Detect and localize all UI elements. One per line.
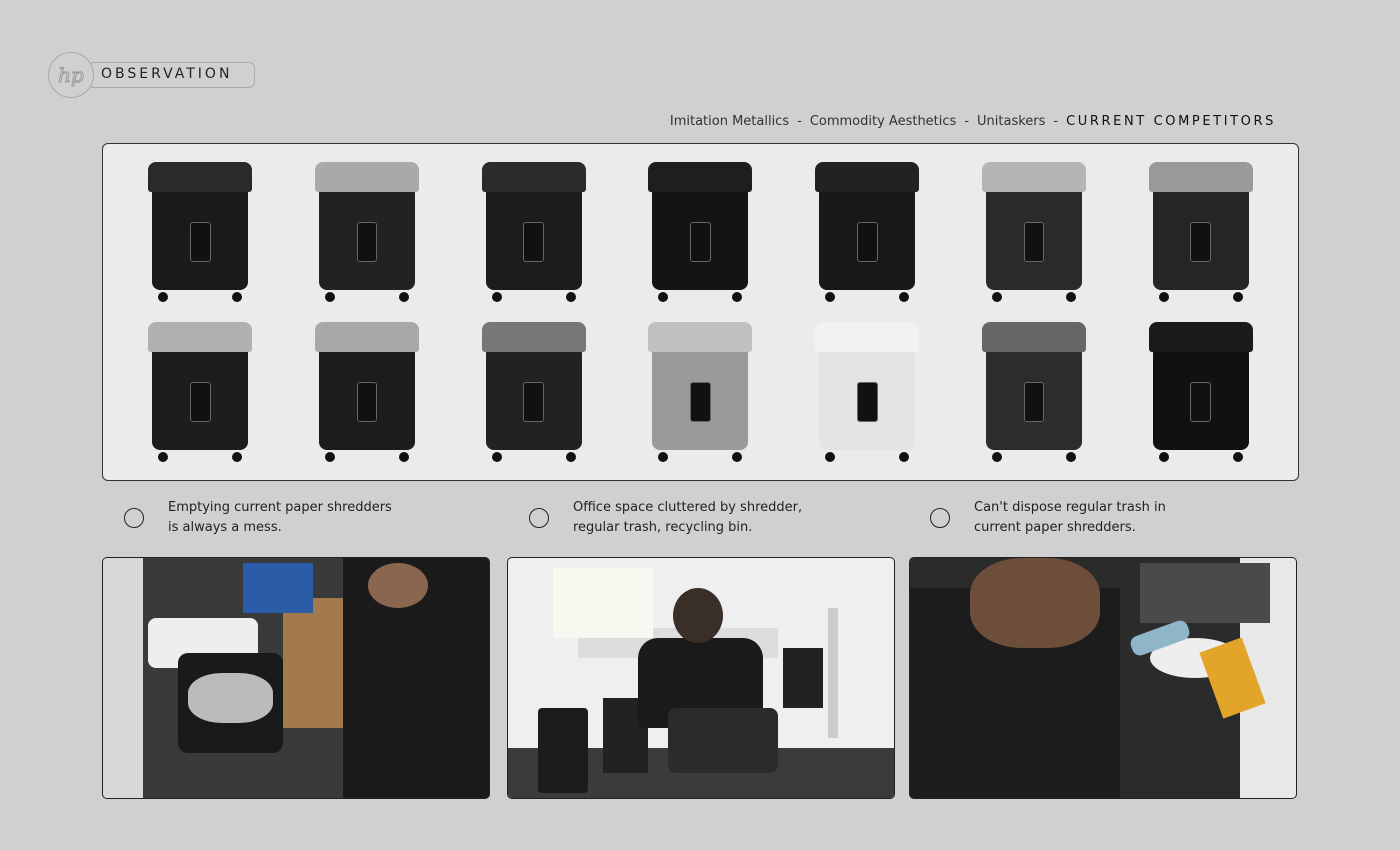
bullet-circle-icon: [930, 508, 950, 528]
shredder-image: [1148, 162, 1253, 302]
observation-text: regular trash, recycling bin.: [573, 520, 753, 535]
competitor-shredder: [951, 152, 1118, 312]
competitor-shredder: [1117, 152, 1284, 312]
section-title: OBSERVATION: [101, 66, 233, 82]
shredder-image: [315, 322, 420, 462]
crumb-current-competitors: CURRENT COMPETITORS: [1066, 114, 1276, 129]
crumb-separator: -: [797, 114, 802, 129]
shredder-image: [981, 322, 1086, 462]
competitor-shredder: [784, 152, 951, 312]
shredder-image: [481, 322, 586, 462]
competitor-shredder: [951, 312, 1118, 472]
hp-logo: hp: [48, 52, 94, 98]
crumb-imitation-metallics: Imitation Metallics: [669, 114, 790, 129]
shredder-image: [481, 162, 586, 302]
bullet-circle-icon: [529, 508, 549, 528]
competitor-shredder: [450, 152, 617, 312]
competitor-shredder: [617, 152, 784, 312]
shredder-image: [815, 322, 920, 462]
bullet-circle-icon: [124, 508, 144, 528]
competitor-shredder: [784, 312, 951, 472]
observation-clutter: Office space cluttered by shredder, regul…: [529, 498, 802, 538]
crumb-separator: -: [1053, 114, 1059, 129]
competitor-shredder: [117, 312, 284, 472]
crumb-commodity-aesthetics: Commodity Aesthetics: [809, 114, 957, 129]
shredder-image: [315, 162, 420, 302]
observation-text: current paper shredders.: [974, 520, 1136, 535]
observation-text: Office space cluttered by shredder,: [573, 500, 803, 515]
photo-office-clutter: [507, 557, 895, 799]
competitor-shredder: [117, 152, 284, 312]
observation-trash: Can't dispose regular trash in current pa…: [930, 498, 1166, 538]
competitor-shredder: [284, 312, 451, 472]
competitor-shredder: [1117, 312, 1284, 472]
shredder-image: [648, 322, 753, 462]
shredder-image: [648, 162, 753, 302]
observation-text: Emptying current paper shredders: [168, 500, 392, 515]
crumb-unitaskers: Unitaskers: [977, 114, 1046, 129]
shredder-image: [1148, 322, 1253, 462]
hp-observation-header: hp OBSERVATION: [48, 50, 258, 100]
observation-text: Can't dispose regular trash in: [974, 500, 1166, 515]
shredder-image: [148, 322, 253, 462]
competitor-shredder: [284, 152, 451, 312]
photo-emptying-shredder: [102, 557, 490, 799]
observation-text: is always a mess.: [168, 520, 282, 535]
photo-trash-disposal: [909, 557, 1297, 799]
competitor-shredder: [450, 312, 617, 472]
crumb-separator: -: [964, 114, 970, 129]
breadcrumb: Imitation Metallics - Commodity Aestheti…: [670, 114, 1276, 129]
observation-mess: Emptying current paper shredders is alway…: [124, 498, 392, 538]
competitor-shredder: [617, 312, 784, 472]
hp-logo-text: hp: [58, 63, 85, 88]
shredder-image: [815, 162, 920, 302]
shredder-image: [981, 162, 1086, 302]
competitor-shredders-panel: [102, 143, 1299, 481]
shredder-image: [148, 162, 253, 302]
